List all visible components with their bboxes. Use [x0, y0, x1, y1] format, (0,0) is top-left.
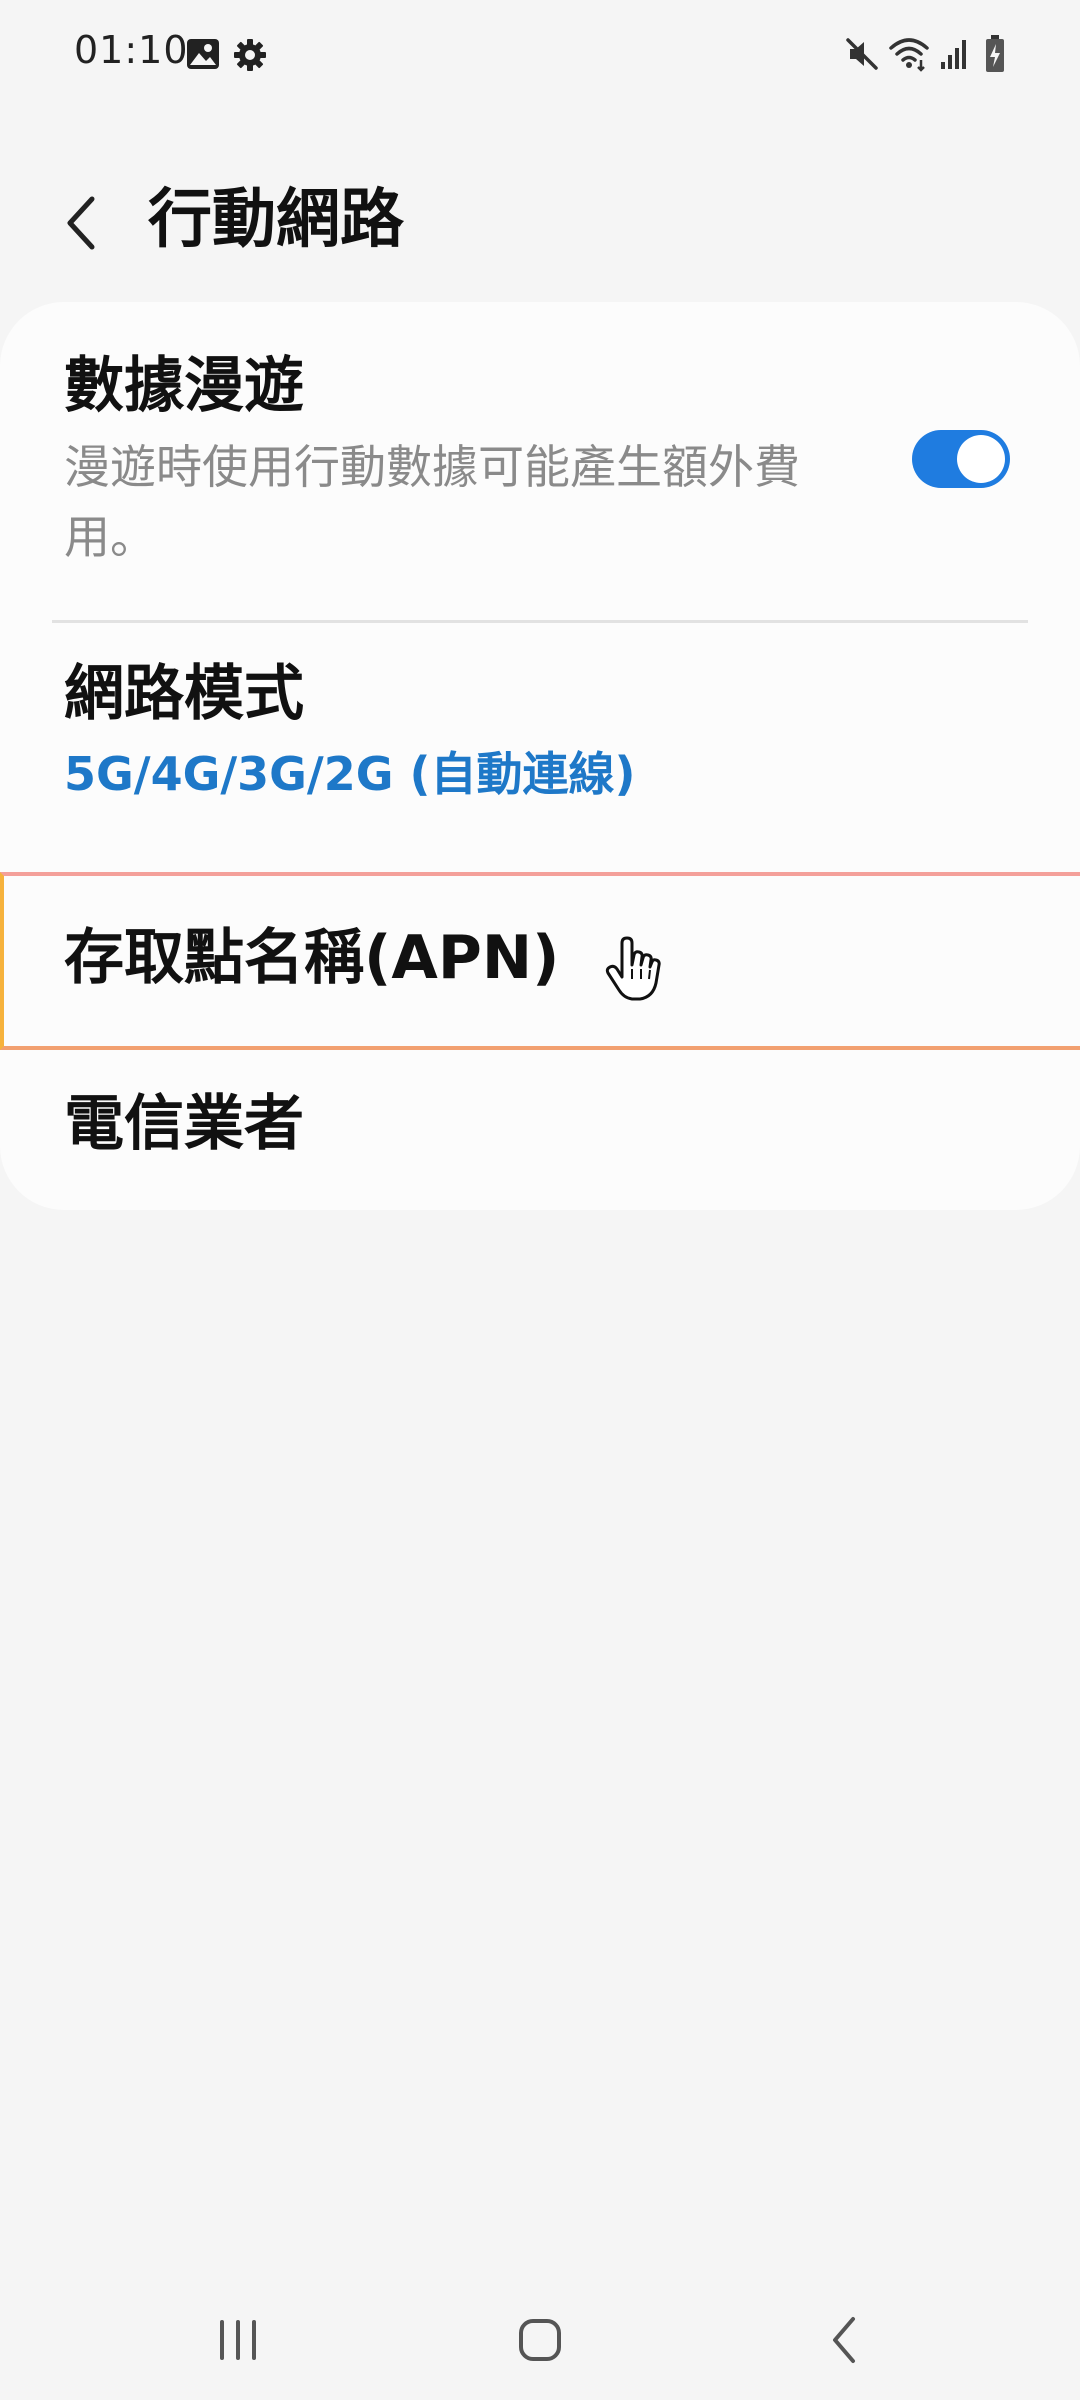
apn-row[interactable]: 存取點名稱(APN) [0, 874, 1080, 1044]
data-roaming-toggle[interactable] [912, 430, 1010, 488]
chevron-left-icon [67, 196, 95, 250]
data-roaming-description: 漫遊時使用行動數據可能產生額外費用。 [64, 440, 800, 564]
back-icon [833, 2317, 855, 2363]
status-time: 01:10 [74, 28, 189, 72]
gallery-icon [186, 38, 220, 74]
status-bar: 01:10 [0, 0, 1080, 110]
home-button[interactable] [495, 2300, 585, 2380]
recent-apps-icon [220, 2320, 256, 2360]
data-roaming-title: 數據漫遊 [64, 351, 304, 421]
carriers-row[interactable]: 電信業者 [0, 1044, 1080, 1210]
apn-title: 存取點名稱(APN) [64, 923, 560, 993]
signal-icon [940, 36, 970, 74]
home-icon [519, 2319, 561, 2361]
mute-icon [844, 36, 880, 76]
wifi-icon [888, 34, 930, 76]
page-title: 行動網路 [148, 183, 404, 257]
hand-cursor-icon [600, 935, 670, 1005]
network-mode-value: 5G/4G/3G/2G (自動連線) [64, 747, 636, 801]
network-mode-title: 網路模式 [64, 659, 304, 729]
app-bar: 行動網路 [0, 160, 1080, 280]
network-mode-row[interactable]: 網路模式 5G/4G/3G/2G (自動連線) [0, 624, 1080, 874]
navigation-bar [0, 2270, 1080, 2400]
recent-apps-button[interactable] [193, 2300, 283, 2380]
data-roaming-row[interactable]: 數據漫遊 漫遊時使用行動數據可能產生額外費用。 [0, 302, 1080, 620]
settings-icon [232, 37, 268, 77]
back-button[interactable] [52, 188, 112, 258]
carriers-title: 電信業者 [64, 1089, 304, 1159]
settings-card: 數據漫遊 漫遊時使用行動數據可能產生額外費用。 網路模式 5G/4G/3G/2G… [0, 302, 1080, 1210]
divider [52, 620, 1028, 623]
nav-back-button[interactable] [800, 2300, 890, 2380]
battery-charging-icon [984, 34, 1006, 78]
toggle-knob [957, 435, 1005, 483]
